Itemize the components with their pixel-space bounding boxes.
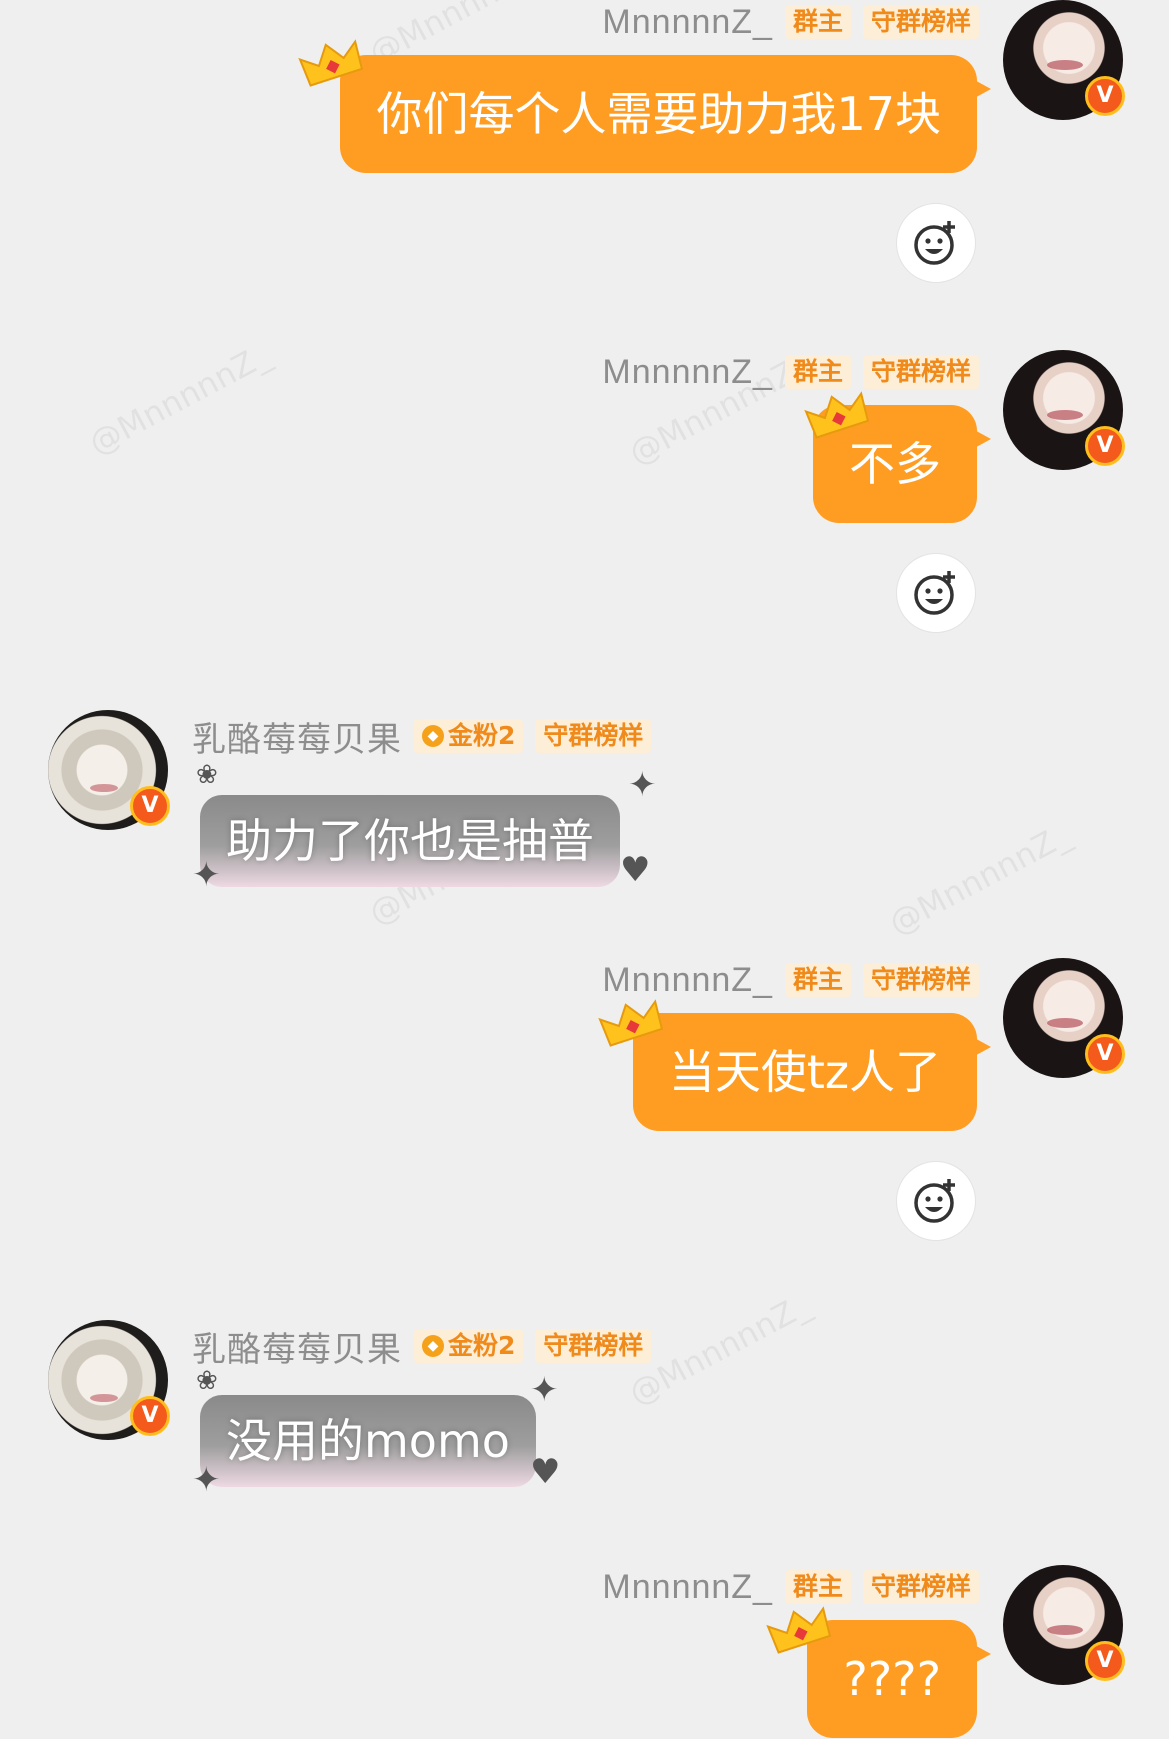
fan-level-tag: ◆ 金粉2: [414, 719, 524, 753]
heart-icon: ♥: [620, 850, 651, 890]
message-bubble[interactable]: 助力了你也是抽普: [200, 795, 620, 887]
rank-tag: 守群榜样: [862, 1570, 979, 1604]
paw-icon: ❀: [196, 1366, 218, 1396]
avatar[interactable]: V: [48, 1320, 170, 1440]
sender-name[interactable]: MnnnnnZ_: [602, 3, 773, 42]
verified-badge-icon: V: [130, 786, 170, 826]
avatar[interactable]: V: [48, 710, 170, 830]
verified-badge-icon: V: [130, 1396, 170, 1436]
add-reaction-icon: [914, 221, 955, 265]
avatar[interactable]: V: [1003, 1565, 1125, 1685]
paw-icon: ❀: [196, 760, 218, 790]
role-tag: 群主: [784, 355, 851, 389]
sender-name-bar: MnnnnnZ_ 群主 守群榜样: [602, 3, 979, 42]
sparkle-icon: ✦: [628, 765, 657, 805]
role-tag: 群主: [784, 5, 851, 39]
avatar[interactable]: V: [1003, 350, 1125, 470]
sender-name-bar: MnnnnnZ_ 群主 守群榜样: [602, 961, 979, 1000]
add-reaction-icon: [914, 1179, 955, 1223]
fan-gem-icon: ◆: [422, 725, 444, 747]
sender-name[interactable]: MnnnnnZ_: [602, 961, 773, 1000]
rank-tag: 守群榜样: [535, 719, 652, 753]
avatar[interactable]: V: [1003, 0, 1125, 120]
fan-gem-icon: ◆: [422, 1335, 444, 1357]
add-reaction-icon: [914, 571, 955, 615]
message-bubble[interactable]: 你们每个人需要助力我17块: [340, 55, 991, 173]
rank-tag: 守群榜样: [862, 5, 979, 39]
fan-level-tag: ◆ 金粉2: [414, 1329, 524, 1363]
verified-badge-icon: V: [1085, 1641, 1125, 1681]
sender-name[interactable]: 乳酪莓莓贝果: [192, 712, 402, 761]
sparkle-icon: ✦: [192, 1460, 221, 1500]
sender-name[interactable]: MnnnnnZ_: [602, 1568, 773, 1607]
rank-tag: 守群榜样: [535, 1329, 652, 1363]
rank-tag: 守群榜样: [862, 963, 979, 997]
sender-name-bar: 乳酪莓莓贝果 ◆ 金粉2 守群榜样: [192, 718, 652, 759]
verified-badge-icon: V: [1085, 426, 1125, 466]
sparkle-icon: ✦: [192, 855, 221, 895]
avatar[interactable]: V: [1003, 958, 1125, 1078]
add-reaction-button[interactable]: [896, 553, 976, 633]
heart-icon: ♥: [530, 1452, 561, 1492]
role-tag: 群主: [784, 963, 851, 997]
rank-tag: 守群榜样: [862, 355, 979, 389]
watermark: @MnnnnnZ_: [82, 335, 277, 463]
message-bubble[interactable]: 当天使tz人了: [632, 1013, 992, 1131]
sender-name[interactable]: MnnnnnZ_: [602, 353, 773, 392]
sender-name-bar: 乳酪莓莓贝果 ◆ 金粉2 守群榜样: [192, 1328, 652, 1369]
add-reaction-button[interactable]: [896, 203, 976, 283]
verified-badge-icon: V: [1085, 76, 1125, 116]
sender-name[interactable]: 乳酪莓莓贝果: [192, 1322, 402, 1371]
sparkle-icon: ✦: [530, 1370, 559, 1410]
watermark: @MnnnnnZ_: [882, 815, 1077, 943]
message-bubble[interactable]: 没用的momo: [200, 1395, 536, 1487]
verified-badge-icon: V: [1085, 1034, 1125, 1074]
add-reaction-button[interactable]: [896, 1161, 976, 1241]
sender-name-bar: MnnnnnZ_ 群主 守群榜样: [602, 353, 979, 392]
watermark: @MnnnnnZ_: [622, 1285, 817, 1413]
sender-name-bar: MnnnnnZ_ 群主 守群榜样: [602, 1568, 979, 1607]
